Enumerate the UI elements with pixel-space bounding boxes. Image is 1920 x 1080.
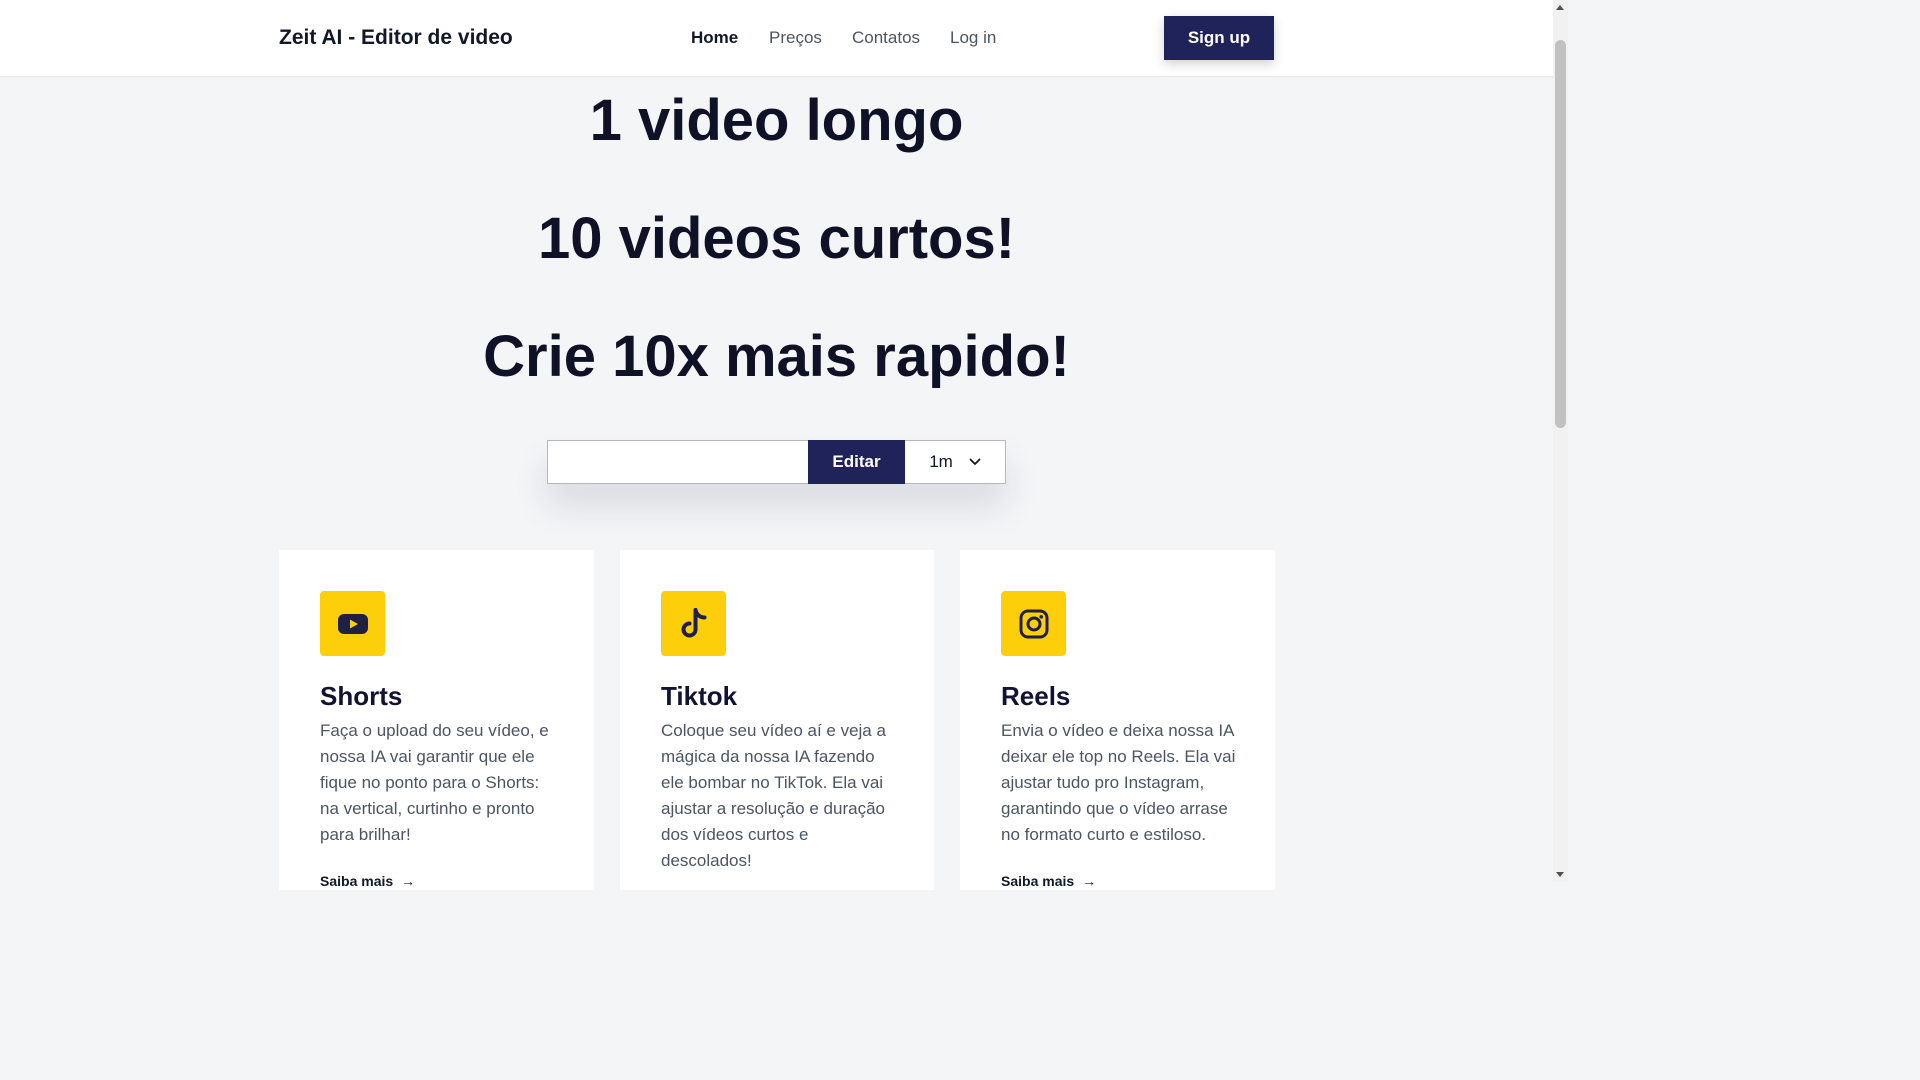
nav-pricing[interactable]: Preços — [769, 28, 822, 48]
card-shorts-title: Shorts — [320, 681, 403, 711]
card-shorts-learn-more-link[interactable]: Saiba mais → — [320, 873, 415, 889]
page-scrollbar[interactable] — [1553, 0, 1568, 882]
card-reels-link-label: Saiba mais — [1001, 873, 1075, 889]
card-tiktok-title: Tiktok — [661, 681, 738, 711]
card-shorts-icon-box — [320, 591, 385, 656]
nav-contacts[interactable]: Contatos — [852, 28, 920, 48]
scroll-up-arrow-icon[interactable] — [1556, 5, 1564, 10]
hero-line-2: 10 videos curtos! — [537, 206, 1016, 271]
instagram-icon — [1019, 609, 1048, 638]
card-shorts-text: Faça o upload do seu vídeo, e nossa IA v… — [320, 721, 549, 844]
hero-line-1: 1 video longo — [589, 88, 964, 153]
card-reels-title: Reels — [1001, 681, 1071, 711]
arrow-right-icon: → — [401, 873, 416, 889]
card-reels: Reels Envia o vídeo e deixa nossa IA dei… — [960, 550, 1275, 890]
chevron-down-icon — [969, 458, 981, 465]
youtube-icon — [337, 613, 368, 634]
card-reels-learn-more-link[interactable]: Saiba mais → — [1001, 873, 1096, 889]
card-reels-text: Envia o vídeo e deixa nossa IA deixar el… — [1001, 721, 1236, 844]
card-tiktok-icon-box — [661, 591, 726, 656]
scrollbar-thumb[interactable] — [1555, 40, 1566, 428]
card-reels-icon-box — [1001, 591, 1066, 656]
card-tiktok: Tiktok Coloque seu vídeo aí e veja a mág… — [620, 550, 934, 890]
scroll-down-arrow-icon[interactable] — [1556, 872, 1564, 877]
card-shorts: Shorts Faça o upload do seu vídeo, e nos… — [279, 550, 594, 890]
top-navbar: Zeit AI - Editor de video Home Preços Co… — [0, 0, 1553, 77]
video-edit-form: Editar 1m — [547, 440, 1006, 484]
edit-button[interactable]: Editar — [808, 440, 905, 484]
signup-button[interactable]: Sign up — [1164, 16, 1274, 60]
nav-login[interactable]: Log in — [950, 28, 996, 48]
hero-line-3: Crie 10x mais rapido! — [483, 324, 1070, 389]
tiktok-icon — [681, 607, 706, 637]
duration-selected-value: 1m — [929, 452, 953, 471]
arrow-right-icon: → — [1082, 873, 1097, 889]
brand-logo[interactable]: Zeit AI - Editor de video — [279, 26, 513, 50]
video-url-input[interactable] — [547, 440, 808, 484]
duration-select[interactable]: 1m — [905, 440, 1006, 484]
card-tiktok-text: Coloque seu vídeo aí e veja a mágica da … — [661, 721, 886, 870]
nav-home[interactable]: Home — [691, 28, 738, 48]
card-shorts-link-label: Saiba mais — [320, 873, 394, 889]
